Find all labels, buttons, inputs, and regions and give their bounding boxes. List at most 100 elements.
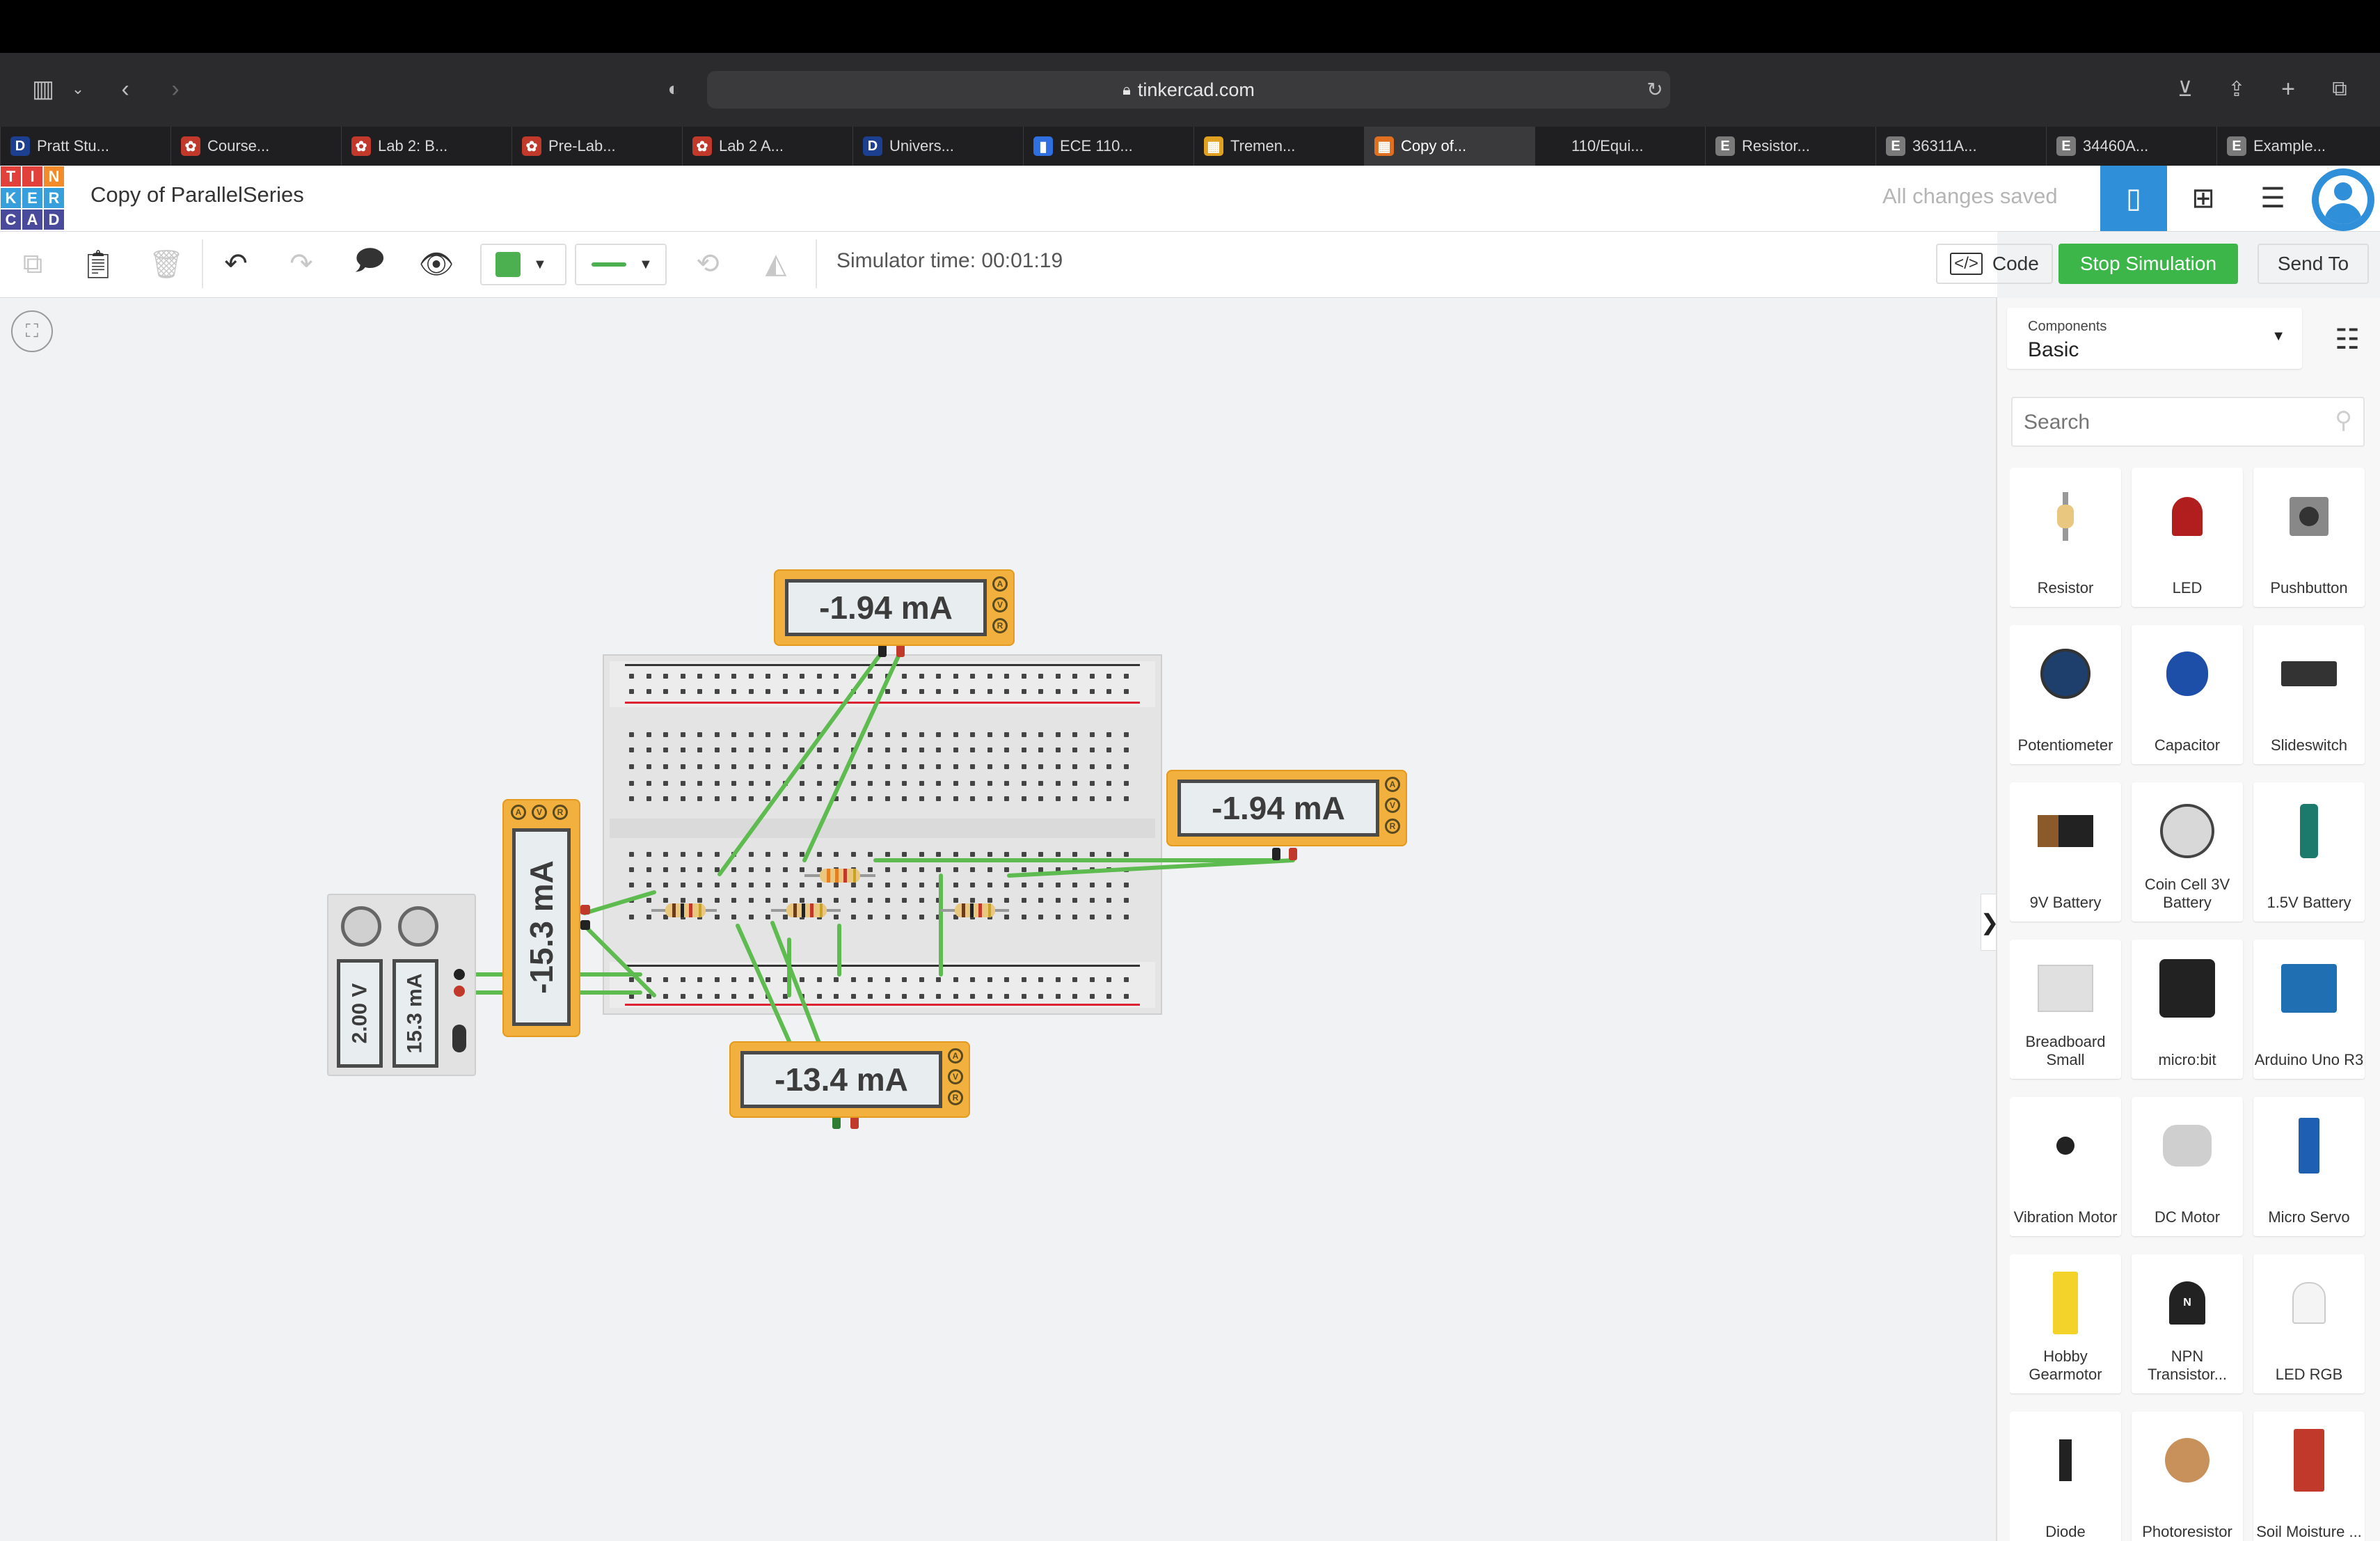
resistors[interactable] xyxy=(651,869,1009,917)
component-card-capacitor[interactable]: Capacitor xyxy=(2132,625,2243,764)
potentiometer-icon xyxy=(2038,639,2093,709)
dc-motor-icon xyxy=(2159,1111,2215,1180)
power-switch[interactable] xyxy=(452,1025,466,1052)
ammeter-mode-icon[interactable]: A xyxy=(948,1048,963,1064)
wire[interactable] xyxy=(1007,858,1295,878)
resistor[interactable] xyxy=(804,869,875,883)
ammeter-mode-icon[interactable]: A xyxy=(1385,777,1400,792)
microbit-icon xyxy=(2159,954,2215,1023)
resistor[interactable] xyxy=(771,903,841,917)
component-label: Capacitor xyxy=(2154,736,2221,754)
voltage-knob-icon[interactable] xyxy=(341,906,381,947)
current-readout: 15.3 mA xyxy=(404,973,427,1054)
component-card-resistor[interactable]: Resistor xyxy=(2010,468,2121,607)
components-category: Basic xyxy=(2028,338,2079,361)
component-label: Soil Moisture ... xyxy=(2256,1523,2362,1540)
resistor-icon xyxy=(2038,482,2093,551)
voltmeter-mode-icon[interactable]: V xyxy=(992,597,1008,613)
component-label: Potentiometer xyxy=(2017,736,2113,754)
component-card-photoresistor[interactable]: Photoresistor xyxy=(2132,1412,2243,1541)
voltmeter-mode-icon[interactable]: V xyxy=(1385,798,1400,813)
component-card-diode[interactable]: Diode xyxy=(2010,1412,2121,1541)
meter-display: -13.4 mA xyxy=(740,1051,942,1108)
component-card-potentiometer[interactable]: Potentiometer xyxy=(2010,625,2121,764)
component-label: 1.5V Battery xyxy=(2267,894,2351,911)
ohmmeter-mode-icon[interactable]: R xyxy=(948,1090,963,1105)
component-card-coin-cell[interactable]: Coin Cell 3V Battery xyxy=(2132,782,2243,922)
component-label: Pushbutton xyxy=(2270,579,2348,596)
resistor[interactable] xyxy=(651,903,717,917)
component-label: Diode xyxy=(2045,1523,2086,1540)
ohmmeter-mode-icon[interactable]: R xyxy=(1385,819,1400,834)
component-card-breadboard[interactable]: Breadboard Small xyxy=(2010,940,2121,1079)
multimeter-top[interactable]: -1.94 mA A V R xyxy=(774,569,1015,646)
component-card-gearmotor[interactable]: Hobby Gearmotor xyxy=(2010,1254,2121,1393)
component-label: LED RGB xyxy=(2275,1366,2343,1383)
ammeter-mode-icon[interactable]: A xyxy=(992,576,1008,592)
power-supply[interactable]: 2.00 V 15.3 mA xyxy=(327,894,476,1076)
meter-readout: -1.94 mA xyxy=(1212,790,1345,826)
component-label: Arduino Uno R3 xyxy=(2254,1051,2364,1068)
component-card-microbit[interactable]: micro:bit xyxy=(2132,940,2243,1079)
negative-terminal[interactable] xyxy=(454,969,465,980)
voltage-display: 2.00 V xyxy=(337,959,383,1068)
wire[interactable] xyxy=(582,890,656,915)
component-card-battery-9v[interactable]: 9V Battery xyxy=(2010,782,2121,922)
coin-cell-icon xyxy=(2159,796,2215,866)
slideswitch-icon xyxy=(2281,639,2337,709)
meter-display: -1.94 mA xyxy=(1177,780,1379,837)
component-label: Hobby Gearmotor xyxy=(2029,1348,2102,1383)
current-display: 15.3 mA xyxy=(392,959,438,1068)
photoresistor-icon xyxy=(2159,1425,2215,1495)
components-dropdown[interactable]: Components Basic ▼ xyxy=(2007,308,2302,369)
ammeter-mode-icon[interactable]: A xyxy=(511,805,526,820)
resistor[interactable] xyxy=(941,903,1009,917)
component-label: Slideswitch xyxy=(2270,736,2348,754)
component-card-transistor[interactable]: N NPN Transistor... xyxy=(2132,1254,2243,1393)
arduino-icon xyxy=(2281,954,2337,1023)
wire[interactable] xyxy=(582,924,656,997)
search-input[interactable] xyxy=(2022,406,2303,438)
list-view-icon[interactable]: ☷ xyxy=(2323,319,2372,361)
component-card-pushbutton[interactable]: Pushbutton xyxy=(2253,468,2365,607)
component-card-vibration-motor[interactable]: Vibration Motor xyxy=(2010,1097,2121,1236)
vibration-motor-icon xyxy=(2038,1111,2093,1180)
wire[interactable] xyxy=(717,649,884,876)
components-grid: Resistor LED Pushbutton Potentiometer Capaci… xyxy=(2010,468,2372,1541)
component-card-soil-sensor[interactable]: Soil Moisture ... xyxy=(2253,1412,2365,1541)
soil-sensor-icon xyxy=(2281,1425,2337,1495)
battery-9v-icon xyxy=(2038,796,2093,866)
current-knob-icon[interactable] xyxy=(398,906,438,947)
transistor-icon: N xyxy=(2159,1268,2215,1338)
components-caption: Components xyxy=(2028,319,2107,334)
voltmeter-mode-icon[interactable]: V xyxy=(948,1069,963,1084)
ohmmeter-mode-icon[interactable]: R xyxy=(553,805,568,820)
multimeter-right[interactable]: -1.94 mA A V R xyxy=(1166,770,1407,846)
component-label: Vibration Motor xyxy=(2013,1208,2118,1226)
component-card-arduino[interactable]: Arduino Uno R3 xyxy=(2253,940,2365,1079)
meter-display: -1.94 mA xyxy=(785,579,987,636)
positive-terminal[interactable] xyxy=(454,986,465,997)
voltmeter-mode-icon[interactable]: V xyxy=(532,805,547,820)
multimeter-bottom[interactable]: -13.4 mA A V R xyxy=(729,1041,970,1118)
component-label: micro:bit xyxy=(2158,1051,2216,1068)
component-label: Resistor xyxy=(2037,579,2094,596)
component-card-battery-aa[interactable]: 1.5V Battery xyxy=(2253,782,2365,922)
pushbutton-icon xyxy=(2281,482,2337,551)
component-card-dc-motor[interactable]: DC Motor xyxy=(2132,1097,2243,1236)
gearmotor-icon xyxy=(2038,1268,2093,1338)
multimeter-main[interactable]: A V R -15.3 mA xyxy=(502,799,580,1037)
component-card-led-rgb[interactable]: LED RGB xyxy=(2253,1254,2365,1393)
battery-aa-icon xyxy=(2281,796,2337,866)
wire[interactable] xyxy=(802,649,903,862)
component-card-slideswitch[interactable]: Slideswitch xyxy=(2253,625,2365,764)
meter-display: -15.3 mA xyxy=(512,828,571,1026)
component-card-servo[interactable]: Micro Servo xyxy=(2253,1097,2365,1236)
component-label: 9V Battery xyxy=(2029,894,2102,911)
voltage-readout: 2.00 V xyxy=(348,983,372,1044)
ohmmeter-mode-icon[interactable]: R xyxy=(992,618,1008,633)
diode-icon xyxy=(2038,1425,2093,1495)
component-card-led[interactable]: LED xyxy=(2132,468,2243,607)
led-icon xyxy=(2159,482,2215,551)
search-field[interactable]: ⚲ xyxy=(2011,397,2365,447)
